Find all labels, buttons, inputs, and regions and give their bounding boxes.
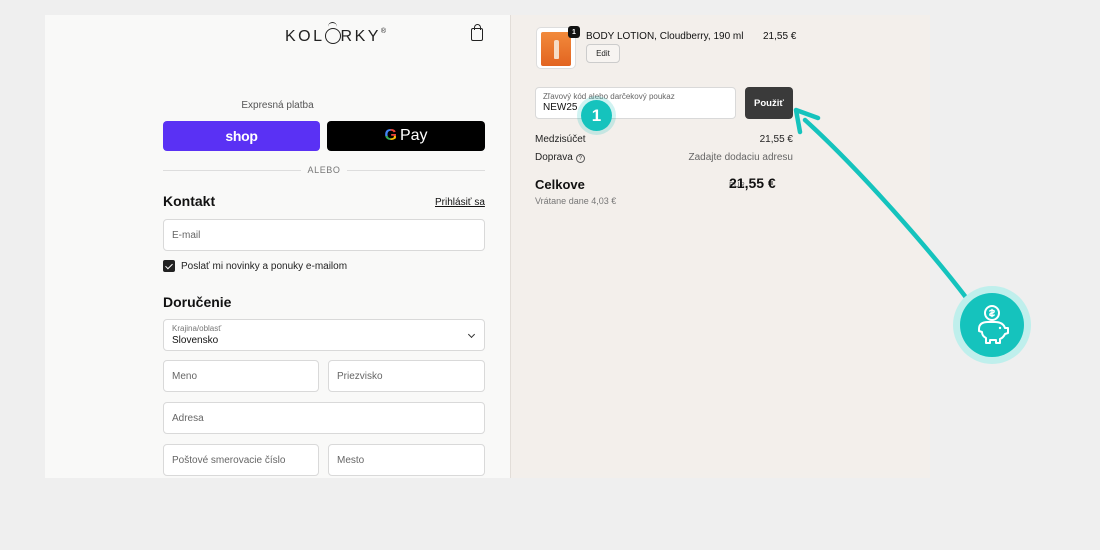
logo-text-left: KOL [285, 28, 325, 45]
google-pay-button[interactable]: G Pay [327, 121, 485, 151]
total-value: 21,55 € [729, 175, 776, 191]
email-placeholder: E-mail [172, 229, 201, 241]
step-marker: 1 [581, 100, 612, 131]
delivery-heading: Doručenie [163, 294, 232, 310]
apply-discount-button[interactable]: Použiť [745, 87, 793, 119]
country-value: Slovensko [172, 334, 219, 346]
subtotal-label: Medzisúčet [535, 134, 586, 145]
country-select[interactable]: Krajina/oblasť Slovensko [163, 319, 485, 351]
logo-o-accent-icon [324, 22, 341, 44]
brand-logo[interactable]: KOL RKY® [285, 22, 387, 46]
postal-code-placeholder: Poštové smerovacie číslo [172, 454, 286, 466]
newsletter-checkbox[interactable] [163, 260, 175, 272]
logo-text-right: RKY [340, 28, 381, 45]
shop-pay-button[interactable]: shop [163, 121, 320, 151]
shipping-row: Doprava? Zadajte dodaciu adresu [535, 152, 793, 163]
savings-badge [953, 286, 1031, 364]
newsletter-label: Poslať mi novinky a ponuky e-mailom [181, 261, 348, 272]
lotion-bottle-image [541, 32, 571, 66]
shopping-bag-icon[interactable] [471, 24, 483, 41]
last-name-placeholder: Priezvisko [337, 370, 383, 382]
or-divider: ALEBO [163, 165, 485, 175]
last-name-input[interactable]: Priezvisko [328, 360, 485, 392]
product-name: BODY LOTION, Cloudberry, 190 ml [586, 31, 744, 42]
login-link[interactable]: Prihlásiť sa [435, 197, 485, 208]
first-name-placeholder: Meno [172, 370, 198, 382]
first-name-input[interactable]: Meno [163, 360, 319, 392]
quantity-badge: 1 [568, 26, 580, 38]
tax-note: Vrátane dane 4,03 € [535, 196, 617, 206]
logo-registered-mark: ® [380, 28, 387, 35]
subtotal-row: Medzisúčet 21,55 € [535, 134, 793, 145]
edit-item-button[interactable]: Edit [586, 44, 620, 63]
city-placeholder: Mesto [337, 454, 365, 466]
shop-pay-label: shop [225, 128, 258, 144]
piggy-bank-svg [978, 305, 1009, 344]
country-label: Krajina/oblasť [172, 323, 222, 333]
address-placeholder: Adresa [172, 412, 204, 424]
postal-code-input[interactable]: Poštové smerovacie číslo [163, 444, 319, 476]
shipping-value: Zadajte dodaciu adresu [688, 152, 793, 163]
express-checkout-label: Expresná platba [241, 100, 314, 111]
discount-label: Zľavový kód alebo darčekový poukaz [543, 92, 675, 101]
help-icon[interactable]: ? [575, 154, 585, 163]
email-input[interactable]: E-mail [163, 219, 485, 251]
address-input[interactable]: Adresa [163, 402, 485, 434]
google-pay-label: Pay [399, 127, 428, 144]
piggy-bank-icon [960, 293, 1024, 357]
contact-heading: Kontakt [163, 193, 216, 209]
checkout-form-panel: KOL RKY® Expresná platba shop G Pay ALEBO … [45, 15, 510, 478]
discount-value: NEW25 [543, 102, 578, 113]
order-summary-panel: 1 BODY LOTION, Cloudberry, 190 ml 21,55 … [510, 15, 930, 478]
discount-code-input[interactable]: Zľavový kód alebo darčekový poukaz NEW25 [535, 87, 736, 119]
google-g-icon: G [384, 127, 397, 144]
or-divider-label: ALEBO [307, 165, 341, 175]
subtotal-value: 21,55 € [759, 134, 793, 145]
product-price: 21,55 € [763, 31, 797, 42]
city-input[interactable]: Mesto [328, 444, 485, 476]
total-label: Celkove [535, 177, 585, 192]
shipping-label: Doprava [535, 152, 573, 163]
chevron-down-icon [467, 330, 476, 339]
